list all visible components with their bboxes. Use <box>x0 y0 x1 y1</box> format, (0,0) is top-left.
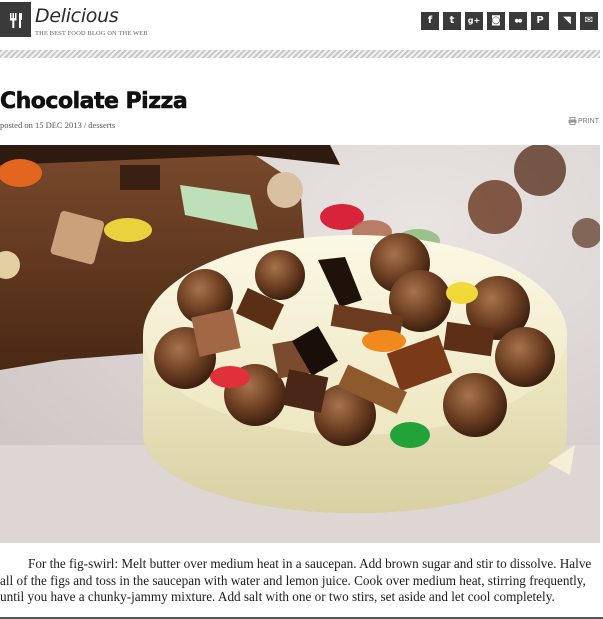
post-featured-image[interactable] <box>0 145 600 543</box>
post-meta: posted on 15 DEC 2013 / desserts <box>0 120 116 130</box>
flickr-icon[interactable]: ●● <box>509 12 527 30</box>
facebook-icon[interactable]: f <box>421 12 439 30</box>
chocolate-pizza-photo <box>0 145 600 543</box>
post-paragraph: For the fig-swirl: Melt butter over medi… <box>0 556 592 604</box>
site-tagline: THE BEST FOOD BLOG ON THE WEB <box>35 30 148 37</box>
google-plus-icon[interactable]: g+ <box>465 12 483 30</box>
header-divider <box>0 50 600 58</box>
twitter-icon[interactable]: t <box>443 12 461 30</box>
print-label: PRINT <box>578 117 599 125</box>
site-header: Delicious THE BEST FOOD BLOG ON THE WEB … <box>0 0 603 48</box>
post-body: For the fig-swirl: Melt butter over medi… <box>0 556 600 619</box>
post-title[interactable]: Chocolate Pizza <box>0 88 188 116</box>
rss-icon[interactable]: ◥ <box>558 12 576 30</box>
email-icon[interactable]: ✉ <box>580 12 598 30</box>
fork-knife-icon <box>9 12 22 28</box>
site-title[interactable]: Delicious <box>35 5 119 27</box>
pinterest-icon[interactable]: P <box>531 12 549 30</box>
printer-icon <box>568 117 577 125</box>
social-links: f t g+ ◙ ●● P ◥ ✉ <box>421 12 598 30</box>
instagram-icon[interactable]: ◙ <box>487 12 505 30</box>
print-button[interactable]: PRINT <box>568 117 599 125</box>
site-logo[interactable] <box>0 2 31 37</box>
